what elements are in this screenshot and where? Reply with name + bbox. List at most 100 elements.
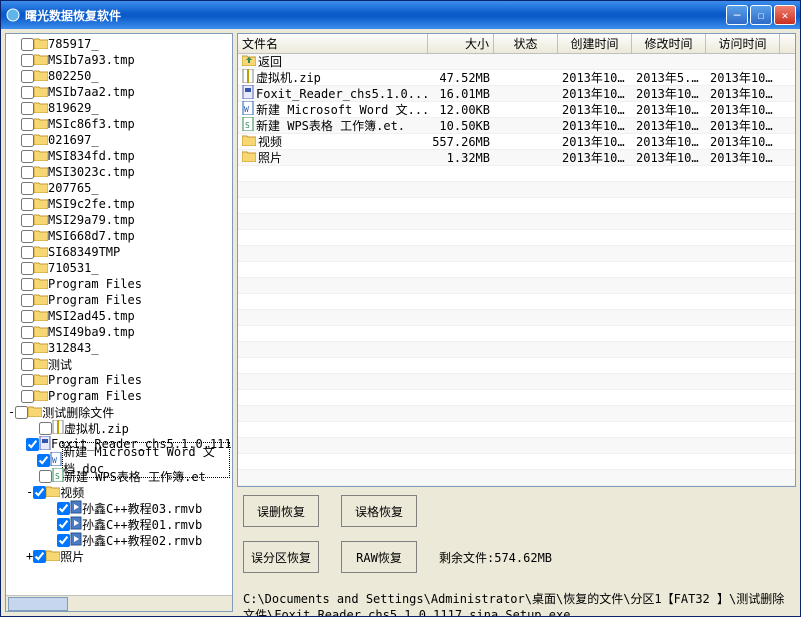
tree-label[interactable]: MSI668d7.tmp — [48, 229, 135, 243]
tree-item[interactable]: + 照片 — [8, 548, 230, 564]
tree-checkbox[interactable] — [21, 198, 34, 211]
tree-checkbox[interactable] — [37, 454, 50, 467]
list-row[interactable]: 照片1.32MB2013年10...2013年10...2013年10... — [238, 150, 795, 166]
tree-item[interactable]: 207765_ — [8, 180, 230, 196]
tree-checkbox[interactable] — [21, 374, 34, 387]
tree-item[interactable]: - 视频 — [8, 484, 230, 500]
tree-label[interactable]: 孙鑫C++教程01.rmvb — [82, 516, 202, 533]
tree-hscroll[interactable] — [6, 595, 232, 611]
list-header[interactable]: 文件名 大小 状态 创建时间 修改时间 访问时间 — [238, 34, 795, 54]
tree-label[interactable]: 视频 — [60, 484, 84, 501]
tree-label[interactable]: 测试 — [48, 356, 72, 373]
tree-label[interactable]: 孙鑫C++教程02.rmvb — [82, 532, 202, 549]
tree-checkbox[interactable] — [57, 518, 70, 531]
raw-recover-button[interactable]: RAW恢复 — [341, 541, 417, 573]
list-row[interactable]: W新建 Microsoft Word 文...12.00KB2013年10...… — [238, 102, 795, 118]
tree-label[interactable]: 207765_ — [48, 181, 99, 195]
tree-item[interactable]: MSIb7a93.tmp — [8, 52, 230, 68]
tree-item[interactable]: MSIc86f3.tmp — [8, 116, 230, 132]
tree-item[interactable]: S新建 WPS表格 工作簿.et — [8, 468, 230, 484]
tree-checkbox[interactable] — [57, 502, 70, 515]
tree-checkbox[interactable] — [21, 262, 34, 275]
tree-label[interactable]: MSIb7aa2.tmp — [48, 85, 135, 99]
close-button[interactable]: ✕ — [774, 5, 796, 25]
tree-item[interactable]: 孙鑫C++教程01.rmvb — [8, 516, 230, 532]
tree-label[interactable]: MSIc86f3.tmp — [48, 117, 135, 131]
tree-checkbox[interactable] — [26, 438, 39, 451]
list-rows[interactable]: 返回虚拟机.zip47.52MB2013年10...2013年5...2013年… — [238, 54, 795, 486]
tree-checkbox[interactable] — [21, 310, 34, 323]
tree-item[interactable]: W新建 Microsoft Word 文档.doc — [8, 452, 230, 468]
expand-toggle[interactable]: - — [8, 405, 15, 419]
tree-checkbox[interactable] — [21, 246, 34, 259]
tree-checkbox[interactable] — [21, 118, 34, 131]
tree-checkbox[interactable] — [33, 550, 46, 563]
expand-toggle[interactable]: - — [26, 485, 33, 499]
tree-checkbox[interactable] — [21, 54, 34, 67]
tree-label[interactable]: 新建 WPS表格 工作簿.et — [64, 468, 206, 485]
list-row[interactable]: 视频557.26MB2013年10...2013年10...2013年10... — [238, 134, 795, 150]
tree-item[interactable]: MSIb7aa2.tmp — [8, 84, 230, 100]
tree-item[interactable]: MSI834fd.tmp — [8, 148, 230, 164]
tree-checkbox[interactable] — [21, 278, 34, 291]
tree-label[interactable]: MSI3023c.tmp — [48, 165, 135, 179]
tree-checkbox[interactable] — [21, 166, 34, 179]
tree-label[interactable]: 照片 — [60, 548, 84, 565]
col-mtime[interactable]: 修改时间 — [632, 34, 706, 53]
tree-label[interactable]: 312843_ — [48, 341, 99, 355]
col-atime[interactable]: 访问时间 — [706, 34, 780, 53]
tree-item[interactable]: MSI49ba9.tmp — [8, 324, 230, 340]
tree-item[interactable]: 孙鑫C++教程02.rmvb — [8, 532, 230, 548]
tree-label[interactable]: 710531_ — [48, 261, 99, 275]
tree-item[interactable]: 819629_ — [8, 100, 230, 116]
minimize-button[interactable]: ─ — [726, 5, 748, 25]
tree-checkbox[interactable] — [21, 214, 34, 227]
del-recover-button[interactable]: 误删恢复 — [243, 495, 319, 527]
tree-item[interactable]: 虚拟机.zip — [8, 420, 230, 436]
tree-label[interactable]: SI68349TMP — [48, 245, 120, 259]
tree-checkbox[interactable] — [21, 86, 34, 99]
tree-item[interactable]: Program Files — [8, 276, 230, 292]
tree-checkbox[interactable] — [21, 230, 34, 243]
tree-label[interactable]: Program Files — [48, 389, 142, 403]
tree-label[interactable]: 孙鑫C++教程03.rmvb — [82, 500, 202, 517]
tree-label[interactable]: Program Files — [48, 293, 142, 307]
tree-label[interactable]: MSI29a79.tmp — [48, 213, 135, 227]
tree-checkbox[interactable] — [21, 38, 34, 51]
tree-checkbox[interactable] — [21, 182, 34, 195]
tree-checkbox[interactable] — [21, 342, 34, 355]
fmt-recover-button[interactable]: 误格恢复 — [341, 495, 417, 527]
tree-item[interactable]: 312843_ — [8, 340, 230, 356]
tree-checkbox[interactable] — [21, 390, 34, 403]
expand-toggle[interactable]: + — [26, 549, 33, 563]
tree-item[interactable]: MSI2ad45.tmp — [8, 308, 230, 324]
tree-item[interactable]: Program Files — [8, 388, 230, 404]
list-row[interactable]: Foxit_Reader_chs5.1.0...16.01MB2013年10..… — [238, 86, 795, 102]
tree-checkbox[interactable] — [21, 150, 34, 163]
list-back-row[interactable]: 返回 — [238, 54, 795, 70]
tree-item[interactable]: 021697_ — [8, 132, 230, 148]
tree-view[interactable]: 785917_MSIb7a93.tmp802250_MSIb7aa2.tmp81… — [6, 34, 232, 595]
tree-checkbox[interactable] — [21, 134, 34, 147]
tree-item[interactable]: MSI3023c.tmp — [8, 164, 230, 180]
list-row[interactable]: 虚拟机.zip47.52MB2013年10...2013年5...2013年10… — [238, 70, 795, 86]
tree-checkbox[interactable] — [21, 102, 34, 115]
tree-item[interactable]: MSI668d7.tmp — [8, 228, 230, 244]
tree-label[interactable]: 819629_ — [48, 101, 99, 115]
tree-label[interactable]: Program Files — [48, 373, 142, 387]
tree-label[interactable]: 021697_ — [48, 133, 99, 147]
tree-item[interactable]: - 测试删除文件 — [8, 404, 230, 420]
tree-label[interactable]: 802250_ — [48, 69, 99, 83]
tree-label[interactable]: 测试删除文件 — [42, 404, 114, 421]
list-row[interactable]: S新建 WPS表格 工作簿.et.10.50KB2013年10...2013年1… — [238, 118, 795, 134]
tree-checkbox[interactable] — [39, 470, 52, 483]
tree-checkbox[interactable] — [33, 486, 46, 499]
tree-item[interactable]: Program Files — [8, 292, 230, 308]
part-recover-button[interactable]: 误分区恢复 — [243, 541, 319, 573]
tree-checkbox[interactable] — [39, 422, 52, 435]
tree-checkbox[interactable] — [15, 406, 28, 419]
tree-label[interactable]: MSI49ba9.tmp — [48, 325, 135, 339]
tree-label[interactable]: 虚拟机.zip — [64, 420, 129, 437]
tree-label[interactable]: MSIb7a93.tmp — [48, 53, 135, 67]
col-size[interactable]: 大小 — [428, 34, 494, 53]
